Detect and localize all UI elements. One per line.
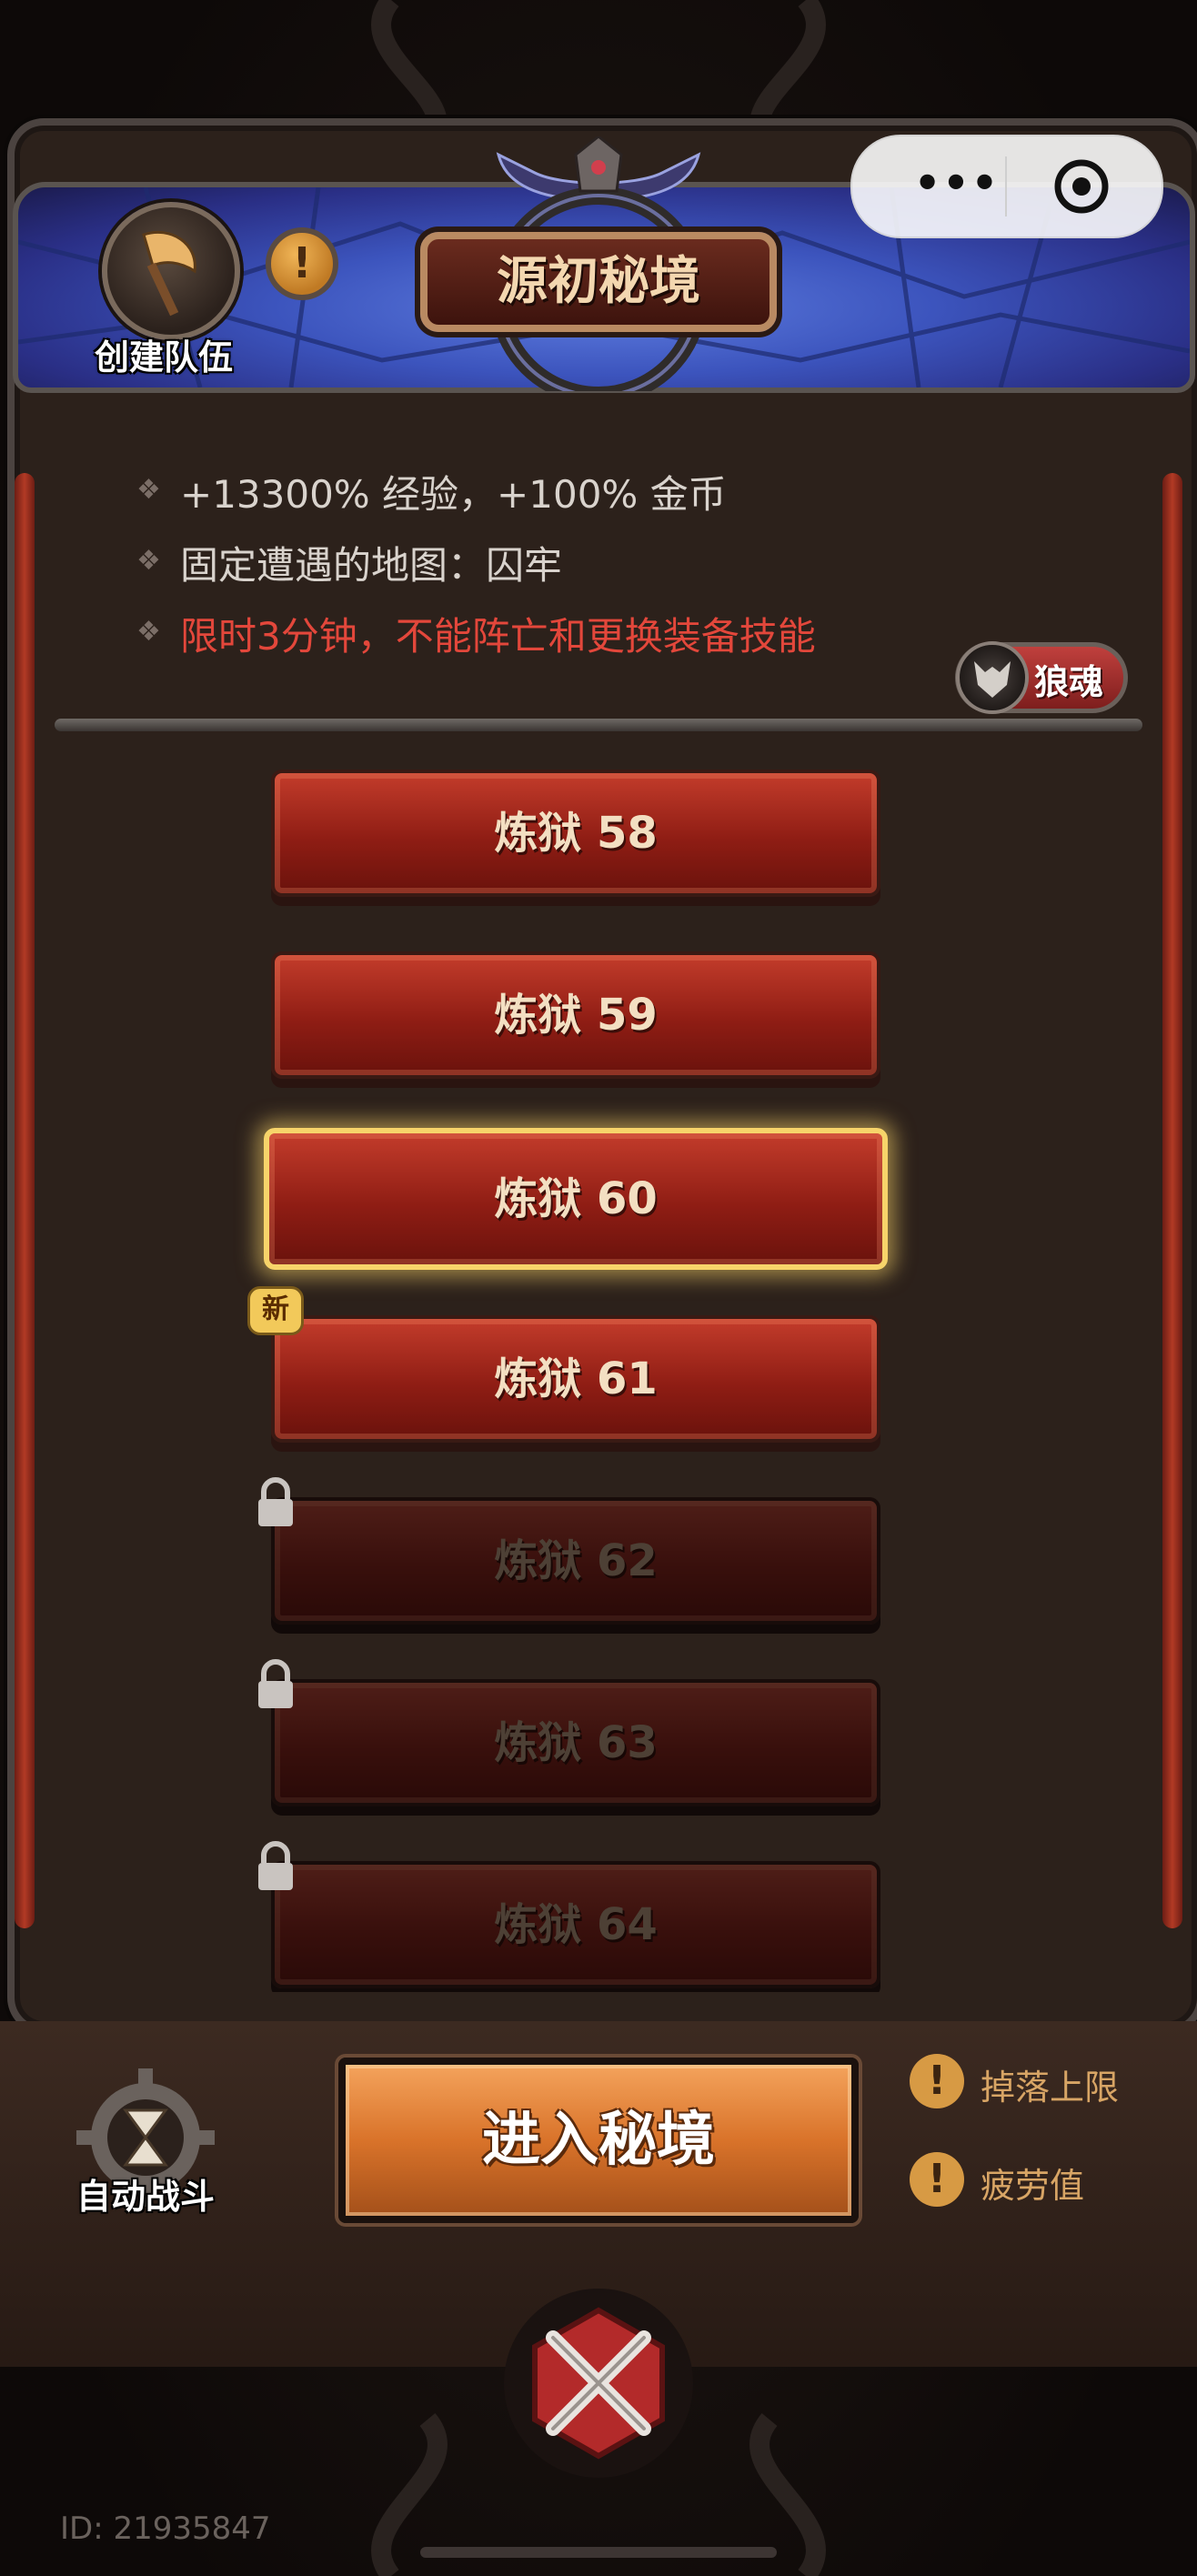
rule-item-warning: ❖ 限时3分钟，不能阵亡和更换装备技能 bbox=[136, 606, 955, 677]
create-team-button[interactable]: 创建队伍 bbox=[73, 202, 255, 377]
lock-icon bbox=[258, 1659, 293, 1708]
level-label: 炼狱 61 bbox=[494, 1353, 658, 1404]
game-screen: 创建队伍 ! 源初秘境 ••• ❖ +13300% 经验，+100% 金币 ❖ … bbox=[0, 0, 1197, 2576]
level-item[interactable]: 炼狱 58 bbox=[271, 770, 880, 897]
enter-dungeon-button[interactable]: 进入秘境 bbox=[338, 2058, 859, 2223]
fatigue-info[interactable]: ! 疲劳值 bbox=[910, 2148, 1182, 2212]
level-label: 炼狱 60 bbox=[494, 1173, 658, 1224]
rule-item: ❖ +13300% 经验，+100% 金币 bbox=[136, 464, 955, 535]
level-label: 炼狱 62 bbox=[494, 1535, 658, 1586]
home-indicator[interactable] bbox=[420, 2547, 777, 2558]
exclamation-icon: ! bbox=[910, 2152, 964, 2207]
wolf-soul-badge[interactable]: 狼魂 bbox=[955, 641, 1128, 714]
level-item-new[interactable]: 炼狱 61 bbox=[271, 1315, 880, 1443]
title-plate: 源初秘境 bbox=[420, 232, 777, 332]
create-team-label: 创建队伍 bbox=[94, 337, 233, 377]
crossed-swords-close-icon[interactable] bbox=[498, 2283, 699, 2483]
new-badge: 新 bbox=[247, 1286, 304, 1335]
info-icon[interactable]: ! bbox=[266, 227, 338, 300]
rule-text: 固定遭遇的地图：囚牢 bbox=[180, 543, 563, 588]
capsule-divider bbox=[1005, 156, 1007, 216]
close-target-icon[interactable] bbox=[1052, 157, 1111, 216]
axe-emblem-icon bbox=[102, 202, 240, 340]
drop-limit-info[interactable]: ! 掉落上限 bbox=[910, 2050, 1182, 2114]
fatigue-label: 疲劳值 bbox=[981, 2166, 1085, 2206]
wolf-soul-label: 狼魂 bbox=[1034, 662, 1104, 702]
lock-icon bbox=[258, 1841, 293, 1890]
level-label: 炼狱 63 bbox=[494, 1717, 658, 1768]
user-id: ID: 21935847 bbox=[60, 2511, 271, 2547]
level-item[interactable]: 炼狱 59 bbox=[271, 951, 880, 1079]
more-menu-icon[interactable]: ••• bbox=[907, 160, 1007, 213]
level-label: 炼狱 59 bbox=[494, 990, 658, 1041]
panel-divider bbox=[55, 719, 1142, 731]
diamond-bullet-icon: ❖ bbox=[136, 616, 161, 648]
level-label: 炼狱 58 bbox=[494, 808, 658, 859]
lock-icon bbox=[258, 1477, 293, 1526]
miniprogram-capsule: ••• bbox=[850, 135, 1163, 238]
level-item-locked[interactable]: 炼狱 62 bbox=[271, 1497, 880, 1625]
level-list: 炼狱 58 炼狱 59 炼狱 60 炼狱 61 炼狱 62 炼狱 63 炼狱 6… bbox=[0, 737, 1197, 1992]
diamond-bullet-icon: ❖ bbox=[136, 474, 161, 506]
exclamation-icon: ! bbox=[910, 2054, 964, 2108]
dungeon-rules: ❖ +13300% 经验，+100% 金币 ❖ 固定遭遇的地图：囚牢 ❖ 限时3… bbox=[136, 464, 955, 677]
drop-limit-label: 掉落上限 bbox=[981, 2068, 1120, 2108]
diamond-bullet-icon: ❖ bbox=[136, 545, 161, 577]
enter-dungeon-label: 进入秘境 bbox=[482, 2107, 715, 2174]
auto-battle-button[interactable]: 自动战斗 bbox=[55, 2056, 236, 2238]
rule-text: 限时3分钟，不能阵亡和更换装备技能 bbox=[180, 614, 816, 659]
level-label: 炼狱 64 bbox=[494, 1899, 658, 1950]
auto-battle-label: 自动战斗 bbox=[75, 2177, 215, 2217]
wolf-head-icon bbox=[956, 641, 1029, 714]
level-item-locked[interactable]: 炼狱 64 bbox=[271, 1861, 880, 1988]
rule-text: +13300% 经验，+100% 金币 bbox=[180, 472, 727, 517]
level-item-locked[interactable]: 炼狱 63 bbox=[271, 1679, 880, 1806]
page-title: 源初秘境 bbox=[497, 252, 700, 311]
rule-item: ❖ 固定遭遇的地图：囚牢 bbox=[136, 535, 955, 606]
level-item-selected[interactable]: 炼狱 60 bbox=[264, 1128, 888, 1270]
